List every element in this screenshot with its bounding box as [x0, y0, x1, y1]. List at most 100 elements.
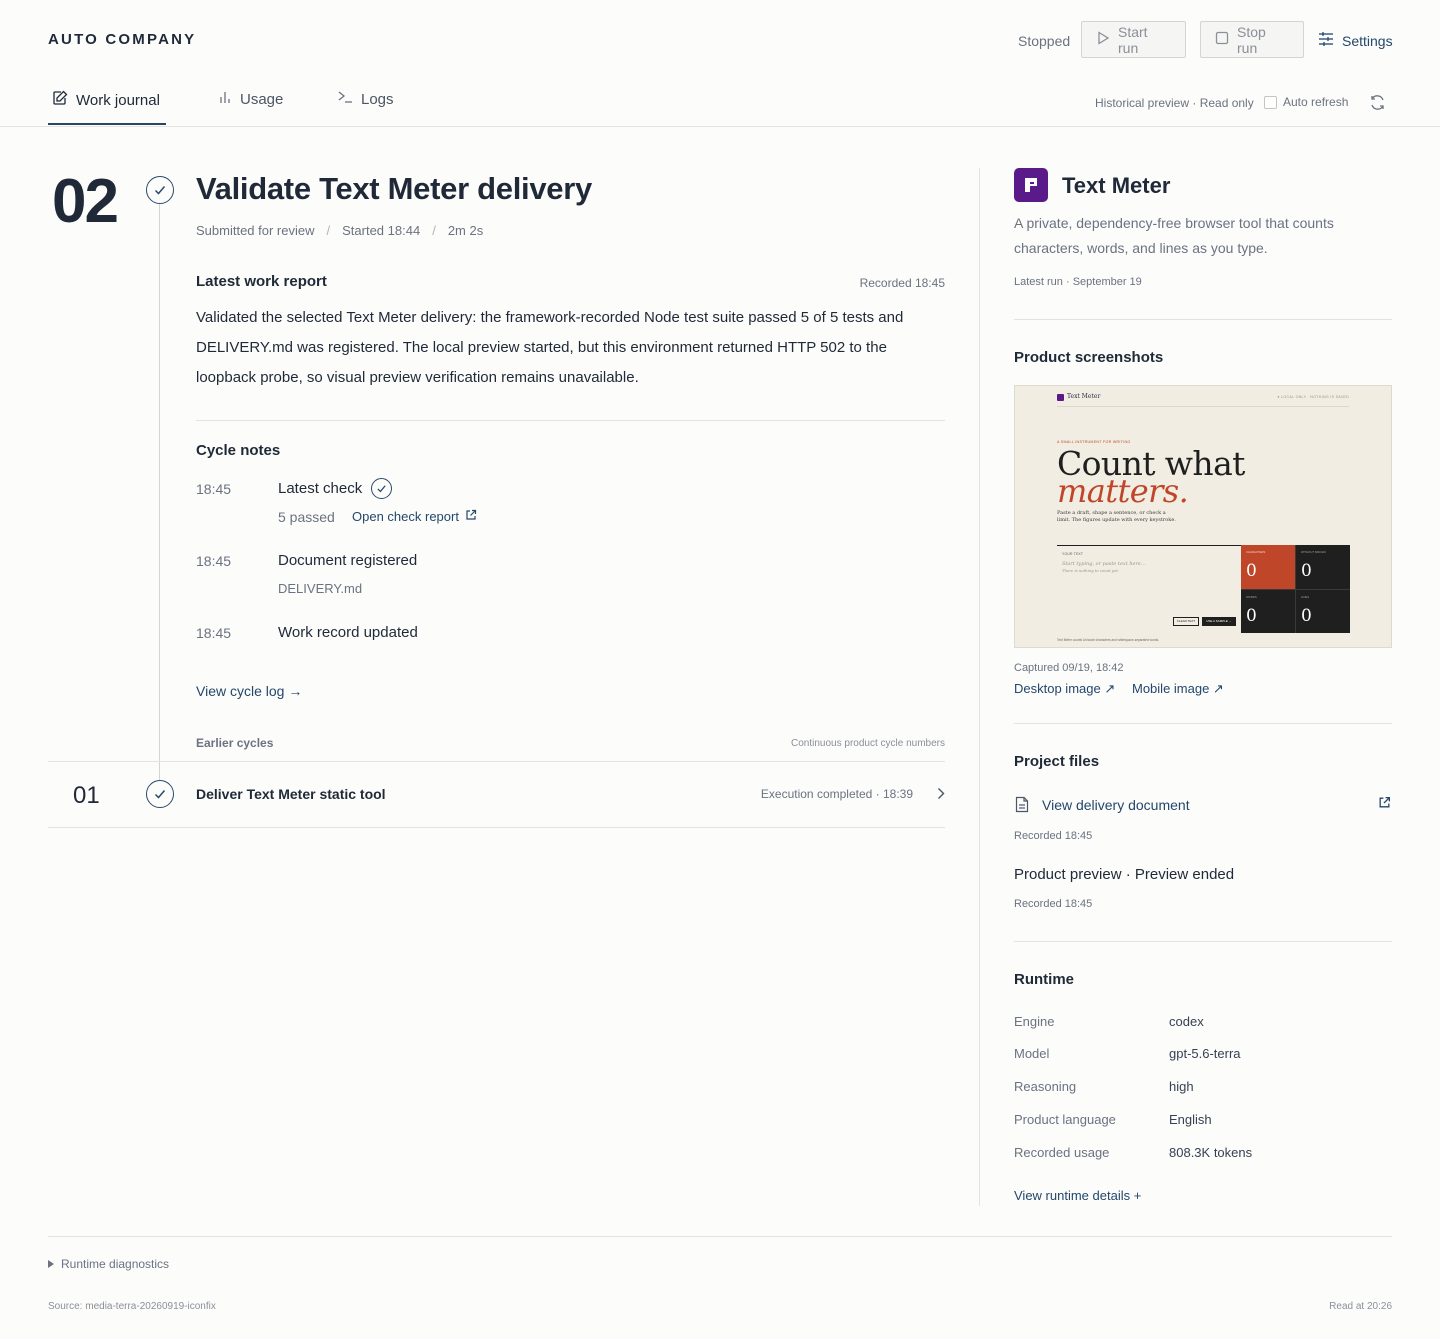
preview-stat-label: WORDS — [1246, 595, 1257, 599]
preview-placeholder: There is nothing to count yet. — [1062, 568, 1120, 573]
open-check-report-link[interactable]: Open check report — [352, 509, 477, 524]
tab-label: Work journal — [76, 91, 160, 109]
preview-sample-button: USE A SAMPLE → — [1202, 617, 1236, 626]
preview-stat: WITHOUT SPACES 0 — [1295, 545, 1350, 589]
auto-refresh-toggle[interactable]: Auto refresh — [1264, 95, 1348, 109]
start-run-label: Start run — [1118, 23, 1148, 56]
note-title: Latest check — [278, 480, 363, 497]
runtime-label: Product language — [1014, 1112, 1116, 1127]
header-divider — [0, 126, 1440, 127]
cycle-status-check-icon — [146, 176, 174, 204]
view-runtime-details-link[interactable]: View runtime details + — [1014, 1188, 1141, 1203]
mode-indicator: Historical preview · Read only — [1095, 96, 1254, 110]
notes-heading: Cycle notes — [196, 442, 281, 459]
product-name: Text Meter — [1062, 173, 1171, 198]
stop-run-label: Stop run — [1237, 23, 1266, 56]
read-at-label: Read at 20:26 — [1329, 1301, 1392, 1312]
stop-run-button[interactable]: Stop run — [1200, 21, 1304, 58]
note-title: Document registered — [278, 552, 418, 569]
source-label: Source: media-terra-20260919-iconfix — [48, 1301, 216, 1312]
sidebar-divider — [979, 168, 980, 1206]
cycle-meta: Submitted for review / Started 18:44 / 2… — [196, 223, 483, 238]
earlier-bottom-divider — [48, 827, 945, 828]
auto-refresh-checkbox[interactable] — [1264, 95, 1277, 109]
settings-label: Settings — [1342, 32, 1393, 49]
document-recorded: Recorded 18:45 — [1014, 830, 1093, 842]
run-status: Stopped — [1018, 33, 1071, 49]
tab-work-journal[interactable]: Work journal — [52, 90, 160, 110]
preview-panel-label: YOUR TEXT — [1062, 552, 1084, 556]
view-delivery-document-link[interactable]: View delivery document — [1042, 797, 1190, 813]
sliders-icon — [1318, 31, 1334, 50]
preview-stat-value: 0 — [1246, 606, 1257, 626]
tab-logs[interactable]: Logs — [337, 90, 394, 108]
external-link-icon — [465, 509, 477, 524]
auto-refresh-label: Auto refresh — [1283, 95, 1349, 109]
preview-stat-label: WITHOUT SPACES — [1301, 550, 1326, 554]
tab-usage[interactable]: Usage — [218, 90, 283, 108]
chevron-right-icon — [937, 787, 945, 805]
runtime-label: Engine — [1014, 1014, 1055, 1029]
note-sub: 5 passed — [278, 509, 335, 525]
desktop-image-link[interactable]: Desktop image ↗ — [1014, 681, 1115, 697]
preview-top-rule — [1057, 406, 1349, 407]
play-icon — [1096, 31, 1110, 48]
earlier-cycle-number: 01 — [73, 782, 100, 809]
sidebar-section-divider — [1014, 723, 1392, 724]
preview-footer-text: Text Meter counts Unicode characters and… — [1057, 638, 1160, 642]
preview-lead: limit. The figures update with every key… — [1057, 517, 1176, 523]
preview-recorded: Recorded 18:45 — [1014, 898, 1093, 910]
tab-label: Logs — [361, 90, 394, 108]
preview-placeholder: Start typing, or paste text here… — [1062, 561, 1146, 567]
report-heading: Latest work report — [196, 273, 327, 290]
brand-logo[interactable]: AUTO COMPANY — [48, 31, 196, 48]
runtime-diagnostics-toggle[interactable]: Runtime diagnostics — [48, 1257, 169, 1271]
project-files-heading: Project files — [1014, 753, 1100, 770]
preview-stat: WORDS 0 — [1241, 589, 1295, 633]
preview-logo — [1057, 394, 1064, 401]
earlier-cycle-row[interactable]: 01 Deliver Text Meter static tool Execut… — [48, 762, 945, 827]
active-tab-indicator — [48, 123, 166, 125]
preview-lead: Paste a draft, shape a sentence, or chec… — [1057, 510, 1166, 516]
preview-stat-value: 0 — [1301, 606, 1312, 626]
cycle-meta-started: Started 18:44 — [342, 223, 421, 238]
earlier-cycle-check-icon — [146, 780, 174, 808]
preview-clear-button: CLEAR TEXT — [1173, 617, 1199, 626]
cycle-title: Validate Text Meter delivery — [196, 171, 592, 206]
note-time: 18:45 — [196, 481, 232, 497]
preview-stat-label: CHARACTERS — [1246, 550, 1266, 554]
report-text: Validated the selected Text Meter delive… — [196, 309, 904, 386]
preview-stat-value: 0 — [1246, 561, 1257, 581]
note-title: Work record updated — [278, 624, 418, 641]
check-passed-icon — [371, 478, 392, 499]
terminal-icon — [337, 90, 353, 108]
cycle-meta-status: Submitted for review — [196, 223, 315, 238]
report-divider — [196, 420, 945, 421]
product-description: A private, dependency-free browser tool … — [1014, 215, 1334, 256]
report-recorded: Recorded 18:45 — [859, 276, 945, 290]
bar-chart-icon — [218, 90, 232, 108]
view-cycle-log-link[interactable]: View cycle log → — [196, 683, 302, 699]
settings-button[interactable]: Settings — [1318, 31, 1393, 50]
start-run-button[interactable]: Start run — [1081, 21, 1186, 58]
open-document-external-icon[interactable] — [1378, 796, 1391, 814]
product-screenshot[interactable]: Text Meter ● LOCAL ONLY · NOTHING IS SAV… — [1014, 385, 1392, 648]
preview-brand: Text Meter — [1067, 393, 1101, 400]
product-preview-status: Product preview · Preview ended — [1014, 866, 1235, 883]
footer-divider — [48, 1236, 1392, 1237]
preview-headline-accent: matters. — [1057, 472, 1189, 510]
note-sub: DELIVERY.md — [278, 581, 363, 596]
note-time: 18:45 — [196, 553, 232, 569]
product-logo — [1014, 168, 1048, 202]
earlier-cycle-title: Deliver Text Meter static tool — [196, 786, 386, 802]
earlier-cycle-status: Execution completed · 18:39 — [760, 787, 913, 801]
cycle-number: 02 — [52, 167, 119, 236]
runtime-value: gpt-5.6-terra — [1169, 1046, 1241, 1061]
refresh-icon — [1369, 95, 1386, 115]
runtime-heading: Runtime — [1014, 971, 1074, 988]
runtime-diagnostics-label: Runtime diagnostics — [61, 1257, 170, 1271]
refresh-button[interactable] — [1369, 94, 1386, 116]
mobile-image-link[interactable]: Mobile image ↗ — [1132, 681, 1224, 697]
runtime-label: Recorded usage — [1014, 1145, 1110, 1160]
sidebar-section-divider — [1014, 319, 1392, 320]
